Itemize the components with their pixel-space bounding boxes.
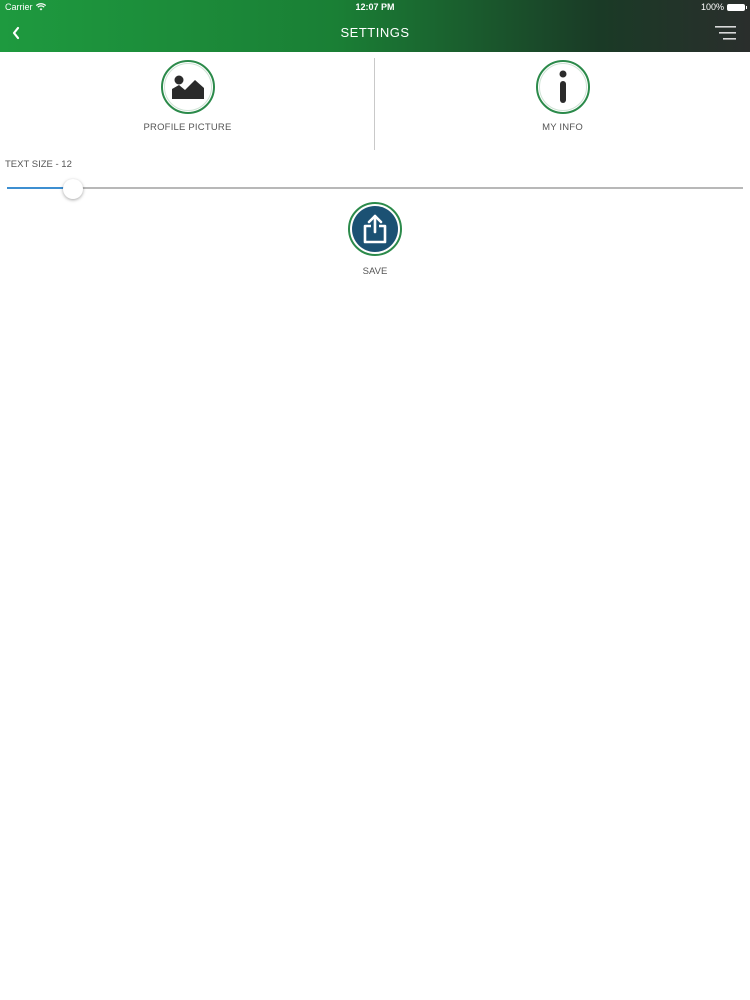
info-icon <box>559 70 566 103</box>
back-button[interactable] <box>2 18 30 48</box>
save-icon-ring <box>348 202 402 256</box>
my-info-button[interactable]: MY INFO <box>375 52 750 156</box>
profile-picture-label: PROFILE PICTURE <box>143 122 232 133</box>
slider-track <box>7 187 743 189</box>
nav-bar: SETTINGS <box>0 14 750 52</box>
status-time: 12:07 PM <box>355 2 395 12</box>
menu-lines-icon <box>715 26 736 40</box>
actions-row: PROFILE PICTURE MY INFO <box>0 52 750 156</box>
my-info-label: MY INFO <box>542 122 583 133</box>
battery-icon <box>727 3 747 11</box>
save-button[interactable]: SAVE <box>325 202 425 277</box>
battery-label: 100% <box>700 2 724 12</box>
share-upload-icon <box>363 214 387 244</box>
header: Carrier 12:07 PM 100% SETTINGS <box>0 0 750 52</box>
profile-picture-button[interactable]: PROFILE PICTURE <box>0 52 375 156</box>
text-size-label: TEXT SIZE - 12 <box>5 159 72 170</box>
my-info-icon-ring <box>535 60 590 114</box>
text-size-slider[interactable] <box>7 179 743 199</box>
menu-button[interactable] <box>714 22 738 44</box>
chevron-left-icon <box>12 26 20 40</box>
save-label: SAVE <box>362 266 388 277</box>
status-battery: 100% <box>700 2 747 12</box>
status-bar: Carrier 12:07 PM 100% <box>0 0 750 14</box>
image-icon <box>171 75 204 99</box>
slider-thumb[interactable] <box>63 179 83 199</box>
profile-picture-icon-ring <box>160 60 215 114</box>
page-title: SETTINGS <box>340 25 410 40</box>
